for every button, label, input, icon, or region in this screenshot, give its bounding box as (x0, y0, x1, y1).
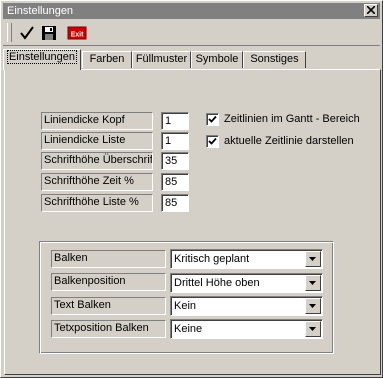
input-liniendicke-kopf[interactable]: 1 (161, 112, 189, 130)
select-text-balken[interactable]: Kein (170, 296, 323, 316)
floppy-disk-icon (42, 26, 56, 40)
checkmark-icon (208, 137, 217, 145)
tab-sonstiges[interactable]: Sonstiges (243, 51, 306, 68)
select-value: Kritisch geplant (174, 253, 250, 265)
checkbox-label: Zeitlinien im Gantt - Bereich (224, 113, 360, 125)
label-balkenposition: Balkenposition (51, 273, 166, 291)
label-balken: Balken (51, 250, 166, 268)
tab-label: Sonstiges (250, 53, 299, 65)
checkbox-box[interactable] (206, 113, 219, 126)
input-schrifthoehe-zeit[interactable]: 85 (161, 173, 189, 191)
select-balken[interactable]: Kritisch geplant (170, 249, 323, 269)
tab-einstellungen[interactable]: Einstellungen (3, 49, 81, 70)
tab-fuellmuster[interactable]: Füllmuster (132, 51, 191, 68)
dropdown-button[interactable] (305, 275, 321, 291)
tab-strip: Einstellungen Farben Füllmuster Symbole … (1, 49, 383, 70)
chevron-down-icon (309, 281, 316, 285)
label-schrifthoehe-zeit: Schrifthöhe Zeit % (41, 173, 153, 191)
toolbar-grip[interactable] (7, 23, 12, 42)
label-liniendicke-liste: Liniendicke Liste (41, 132, 153, 150)
input-liniendicke-liste[interactable]: 1 (161, 132, 189, 150)
exit-button[interactable]: Exit (67, 23, 87, 43)
label-text-balken: Text Balken (51, 297, 166, 315)
select-value: Kein (174, 300, 197, 312)
label-schrifthoehe-liste: Schrifthöhe Liste % (41, 194, 153, 212)
checkbox-zeitlinien-gantt[interactable]: Zeitlinien im Gantt - Bereich (206, 113, 366, 127)
label-schrifthoehe-ueberschrift: Schrifthöhe Überschrift (41, 152, 153, 170)
exit-icon: Exit (67, 26, 87, 40)
dropdown-button[interactable] (305, 298, 321, 314)
label-textposition-balken: Tetxposition Balken (51, 320, 166, 338)
select-value: Keine (174, 323, 203, 335)
checkbox-aktuelle-zeitlinie[interactable]: aktuelle Zeitlinie darstellen (206, 135, 366, 149)
window-title: Einstellungen (7, 5, 74, 17)
checkmark-icon (20, 26, 34, 40)
chevron-down-icon (309, 257, 316, 261)
title-bar[interactable]: Einstellungen (3, 3, 380, 19)
tab-symbole[interactable]: Symbole (191, 51, 243, 68)
tab-label: Symbole (195, 53, 239, 65)
tab-label: Füllmuster (135, 53, 188, 65)
input-schrifthoehe-ueberschrift[interactable]: 35 (161, 152, 189, 170)
select-textposition-balken[interactable]: Keine (170, 319, 323, 339)
exit-label: Exit (71, 32, 85, 39)
dropdown-button[interactable] (305, 251, 321, 267)
checkbox-box[interactable] (206, 135, 219, 148)
close-icon (367, 6, 375, 14)
input-schrifthoehe-liste[interactable]: 85 (161, 194, 189, 212)
apply-button[interactable] (17, 23, 37, 43)
select-value: Drittel Höhe oben (174, 277, 260, 289)
select-balkenposition[interactable]: Drittel Höhe oben (170, 273, 323, 293)
close-button[interactable] (364, 4, 378, 17)
save-button[interactable] (39, 23, 59, 43)
chevron-down-icon (309, 327, 316, 331)
checkmark-icon (208, 115, 217, 123)
tab-label: Farben (89, 53, 125, 65)
label-liniendicke-kopf: Liniendicke Kopf (41, 112, 153, 130)
chevron-down-icon (309, 304, 316, 308)
dropdown-button[interactable] (305, 321, 321, 337)
checkbox-label: aktuelle Zeitlinie darstellen (224, 135, 354, 147)
settings-window: Einstellungen Exit Einstellungen Farben … (0, 0, 383, 378)
tab-farben[interactable]: Farben (82, 51, 132, 68)
tab-label: Einstellungen (6, 50, 78, 64)
toolbar: Exit (3, 21, 380, 46)
